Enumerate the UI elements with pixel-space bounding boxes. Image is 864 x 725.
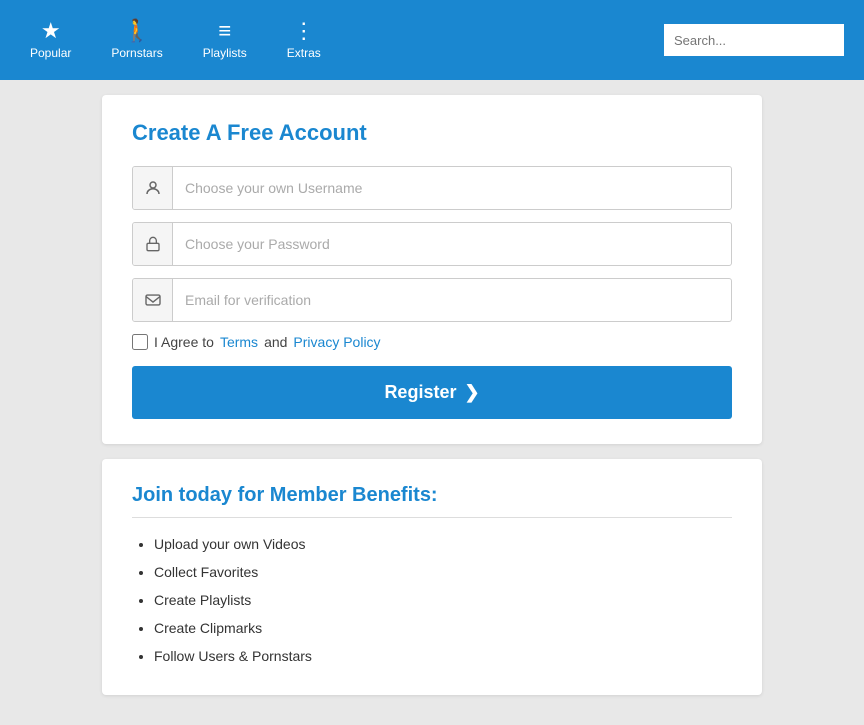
username-icon (133, 167, 173, 209)
benefit-item: Collect Favorites (154, 558, 732, 586)
terms-link[interactable]: Terms (220, 334, 258, 350)
benefit-item: Follow Users & Pornstars (154, 642, 732, 670)
playlists-label: Playlists (203, 46, 247, 60)
username-input[interactable] (173, 170, 731, 206)
nav-popular[interactable]: ★ Popular (10, 10, 91, 70)
and-text: and (264, 334, 287, 350)
password-field-wrapper (132, 222, 732, 266)
benefits-card: Join today for Member Benefits: Upload y… (102, 459, 762, 695)
nav-pornstars[interactable]: 🚶 Pornstars (91, 10, 182, 70)
email-field-wrapper (132, 278, 732, 322)
email-icon (133, 279, 173, 321)
pornstars-label: Pornstars (111, 46, 162, 60)
nav-playlists[interactable]: ≡ Playlists (183, 10, 267, 70)
benefit-item: Upload your own Videos (154, 530, 732, 558)
benefits-list: Upload your own VideosCollect FavoritesC… (132, 530, 732, 670)
nav-extras[interactable]: ⋮ Extras (267, 10, 341, 70)
privacy-link[interactable]: Privacy Policy (293, 334, 380, 350)
search-input[interactable] (664, 24, 844, 56)
password-icon (133, 223, 173, 265)
page-content: Create A Free Account (82, 80, 782, 725)
extras-icon: ⋮ (293, 20, 315, 42)
popular-icon: ★ (41, 20, 61, 42)
agree-text: I Agree to (154, 334, 214, 350)
nav-items: ★ Popular 🚶 Pornstars ≡ Playlists ⋮ Extr… (10, 10, 341, 70)
navbar: ★ Popular 🚶 Pornstars ≡ Playlists ⋮ Extr… (0, 0, 864, 80)
password-input[interactable] (173, 226, 731, 262)
agree-row: I Agree to Terms and Privacy Policy (132, 334, 732, 350)
register-title: Create A Free Account (132, 120, 732, 146)
username-field-wrapper (132, 166, 732, 210)
pornstars-icon: 🚶 (123, 20, 150, 42)
benefit-item: Create Playlists (154, 586, 732, 614)
benefit-item: Create Clipmarks (154, 614, 732, 642)
register-label: Register (384, 382, 456, 403)
email-input[interactable] (173, 282, 731, 318)
playlists-icon: ≡ (218, 20, 231, 42)
register-arrow: ❯ (464, 382, 479, 403)
agree-checkbox[interactable] (132, 334, 148, 350)
register-button[interactable]: Register ❯ (132, 366, 732, 419)
popular-label: Popular (30, 46, 71, 60)
benefits-title: Join today for Member Benefits: (132, 484, 732, 518)
register-card: Create A Free Account (102, 95, 762, 444)
extras-label: Extras (287, 46, 321, 60)
